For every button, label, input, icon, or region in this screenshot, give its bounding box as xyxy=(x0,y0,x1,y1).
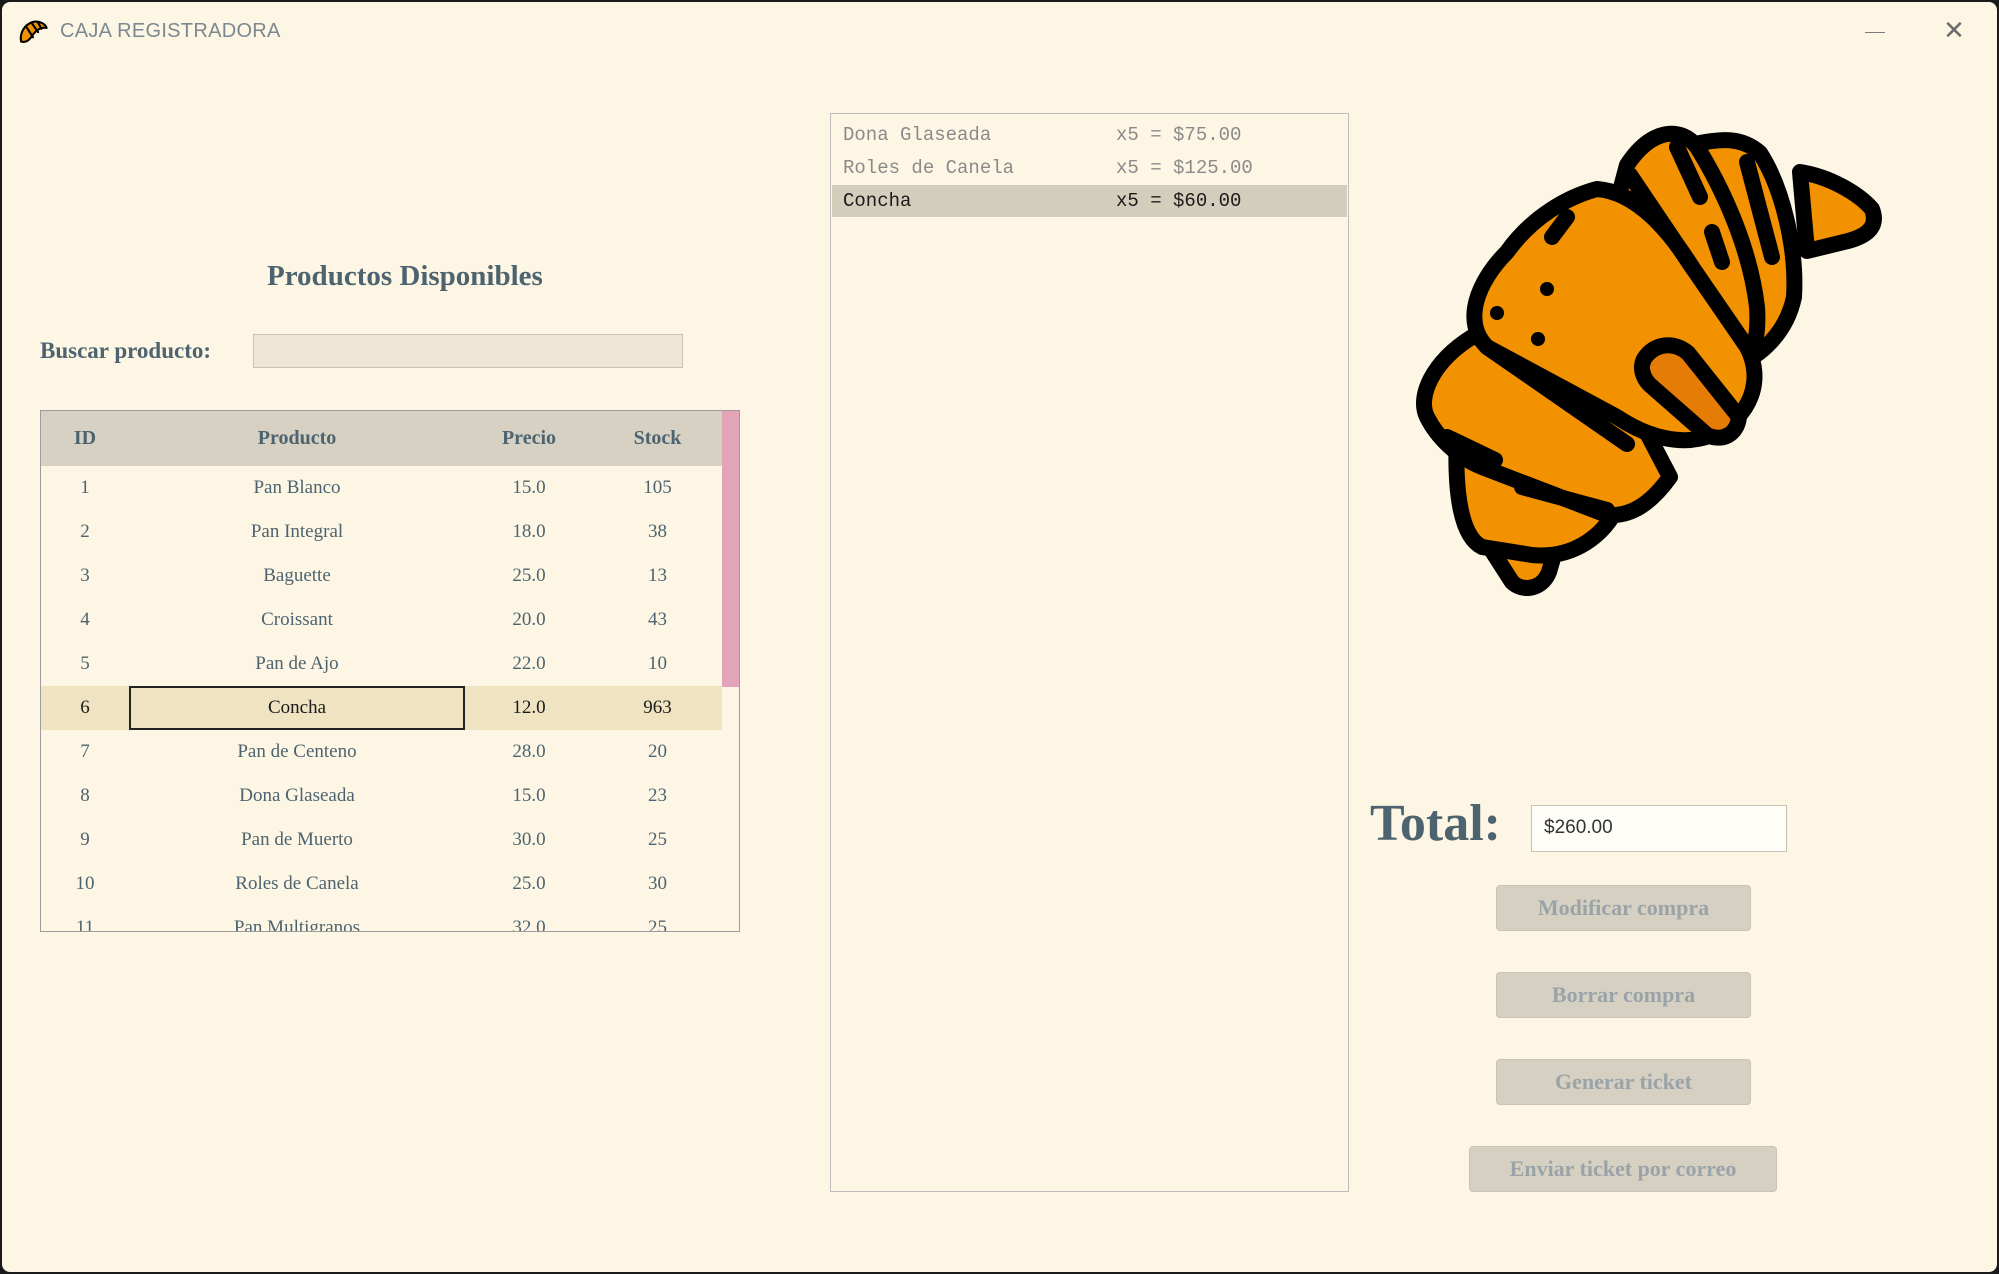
products-title: Productos Disponibles xyxy=(267,260,543,292)
cell-stock[interactable]: 38 xyxy=(593,510,722,554)
cell-id[interactable]: 11 xyxy=(41,906,129,931)
cell-product[interactable]: Baguette xyxy=(129,554,465,598)
cell-id[interactable]: 10 xyxy=(41,862,129,906)
cart-item-name: Dona Glaseada xyxy=(843,124,992,146)
table-row[interactable]: 7 Pan de Centeno 28.0 20 xyxy=(41,730,722,774)
app-window: CAJA REGISTRADORA ✕ Productos Disponible… xyxy=(2,2,1997,1272)
table-row[interactable]: 4 Croissant 20.0 43 xyxy=(41,598,722,642)
cell-product[interactable]: Pan de Muerto xyxy=(129,818,465,862)
column-header-price[interactable]: Precio xyxy=(465,411,593,466)
cell-stock[interactable]: 105 xyxy=(593,466,722,510)
search-label: Buscar producto: xyxy=(40,338,212,363)
cell-stock[interactable]: 20 xyxy=(593,730,722,774)
cell-product[interactable]: Pan Integral xyxy=(129,510,465,554)
cart-item[interactable]: Roles de Canela x5 = $125.00 xyxy=(832,152,1347,184)
cell-price[interactable]: 20.0 xyxy=(465,598,593,642)
cart-item-name: Roles de Canela xyxy=(843,157,1015,179)
total-field[interactable]: $260.00 xyxy=(1531,805,1787,852)
cell-id[interactable]: 9 xyxy=(41,818,129,862)
table-header: ID Producto Precio Stock xyxy=(41,411,722,466)
cell-id[interactable]: 1 xyxy=(41,466,129,510)
cell-price[interactable]: 12.0 xyxy=(465,686,593,730)
scrollbar-thumb[interactable] xyxy=(722,411,739,687)
delete-purchase-button[interactable]: Borrar compra xyxy=(1496,972,1751,1018)
cell-product[interactable]: Pan Blanco xyxy=(129,466,465,510)
cell-stock[interactable]: 963 xyxy=(593,686,722,730)
cell-id[interactable]: 8 xyxy=(41,774,129,818)
cart-item[interactable]: Concha x5 = $60.00 xyxy=(832,185,1347,217)
cell-price[interactable]: 28.0 xyxy=(465,730,593,774)
cell-price[interactable]: 25.0 xyxy=(465,862,593,906)
table-row[interactable]: 11 Pan Multigranos 32.0 25 xyxy=(41,906,722,931)
table-row[interactable]: 10 Roles de Canela 25.0 30 xyxy=(41,862,722,906)
cell-price[interactable]: 15.0 xyxy=(465,774,593,818)
cell-product[interactable]: Concha xyxy=(129,686,465,730)
cell-product[interactable]: Pan de Ajo xyxy=(129,642,465,686)
window-title: CAJA REGISTRADORA xyxy=(60,20,281,42)
cell-stock[interactable]: 10 xyxy=(593,642,722,686)
cell-price[interactable]: 15.0 xyxy=(465,466,593,510)
cart-list[interactable]: Dona Glaseada x5 = $75.00 Roles de Canela x… xyxy=(830,113,1349,1192)
close-button[interactable]: ✕ xyxy=(1932,16,1976,50)
email-ticket-button[interactable]: Enviar ticket por correo xyxy=(1469,1146,1777,1192)
cell-price[interactable]: 22.0 xyxy=(465,642,593,686)
cell-id[interactable]: 6 xyxy=(41,686,129,730)
table-row[interactable]: 8 Dona Glaseada 15.0 23 xyxy=(41,774,722,818)
cell-id[interactable]: 7 xyxy=(41,730,129,774)
table-row[interactable]: 3 Baguette 25.0 13 xyxy=(41,554,722,598)
cell-product[interactable]: Pan Multigranos xyxy=(129,906,465,931)
cell-price[interactable]: 30.0 xyxy=(465,818,593,862)
generate-ticket-button[interactable]: Generar ticket xyxy=(1496,1059,1751,1105)
cell-stock[interactable]: 25 xyxy=(593,818,722,862)
cell-price[interactable]: 32.0 xyxy=(465,906,593,931)
cart-item-subtotal: x5 = $60.00 xyxy=(1116,190,1242,212)
table-scrollbar[interactable] xyxy=(722,411,739,931)
table-row[interactable]: 2 Pan Integral 18.0 38 xyxy=(41,510,722,554)
products-table[interactable]: ID Producto Precio Stock 1 Pan Blanco 15.0… xyxy=(40,410,740,932)
cell-stock[interactable]: 25 xyxy=(593,906,722,931)
column-header-id[interactable]: ID xyxy=(41,411,129,466)
table-row[interactable]: 5 Pan de Ajo 22.0 10 xyxy=(41,642,722,686)
modify-purchase-button[interactable]: Modificar compra xyxy=(1496,885,1751,931)
cell-price[interactable]: 25.0 xyxy=(465,554,593,598)
cell-product[interactable]: Pan de Centeno xyxy=(129,730,465,774)
cell-id[interactable]: 5 xyxy=(41,642,129,686)
total-label: Total: xyxy=(1370,795,1501,852)
minimize-button[interactable] xyxy=(1853,16,1897,50)
table-row[interactable]: 6 Concha 12.0 963 xyxy=(41,686,722,730)
cart-item-subtotal: x5 = $75.00 xyxy=(1116,124,1242,146)
croissant-icon xyxy=(1416,125,1882,596)
cell-stock[interactable]: 23 xyxy=(593,774,722,818)
cell-stock[interactable]: 13 xyxy=(593,554,722,598)
cart-item[interactable]: Dona Glaseada x5 = $75.00 xyxy=(832,119,1347,151)
cart-item-subtotal: x5 = $125.00 xyxy=(1116,157,1253,179)
cell-product[interactable]: Croissant xyxy=(129,598,465,642)
table-row[interactable]: 1 Pan Blanco 15.0 105 xyxy=(41,466,722,510)
column-header-product[interactable]: Producto xyxy=(129,411,465,466)
search-input[interactable] xyxy=(253,334,683,368)
cell-stock[interactable]: 43 xyxy=(593,598,722,642)
cell-product[interactable]: Dona Glaseada xyxy=(129,774,465,818)
title-bar: CAJA REGISTRADORA ✕ xyxy=(2,2,1997,60)
cell-id[interactable]: 3 xyxy=(41,554,129,598)
cell-stock[interactable]: 30 xyxy=(593,862,722,906)
cell-id[interactable]: 2 xyxy=(41,510,129,554)
cell-product[interactable]: Roles de Canela xyxy=(129,862,465,906)
table-row[interactable]: 9 Pan de Muerto 30.0 25 xyxy=(41,818,722,862)
column-header-stock[interactable]: Stock xyxy=(593,411,722,466)
cell-id[interactable]: 4 xyxy=(41,598,129,642)
cart-item-name: Concha xyxy=(843,190,912,212)
croissant-app-icon xyxy=(19,20,48,43)
cell-price[interactable]: 18.0 xyxy=(465,510,593,554)
